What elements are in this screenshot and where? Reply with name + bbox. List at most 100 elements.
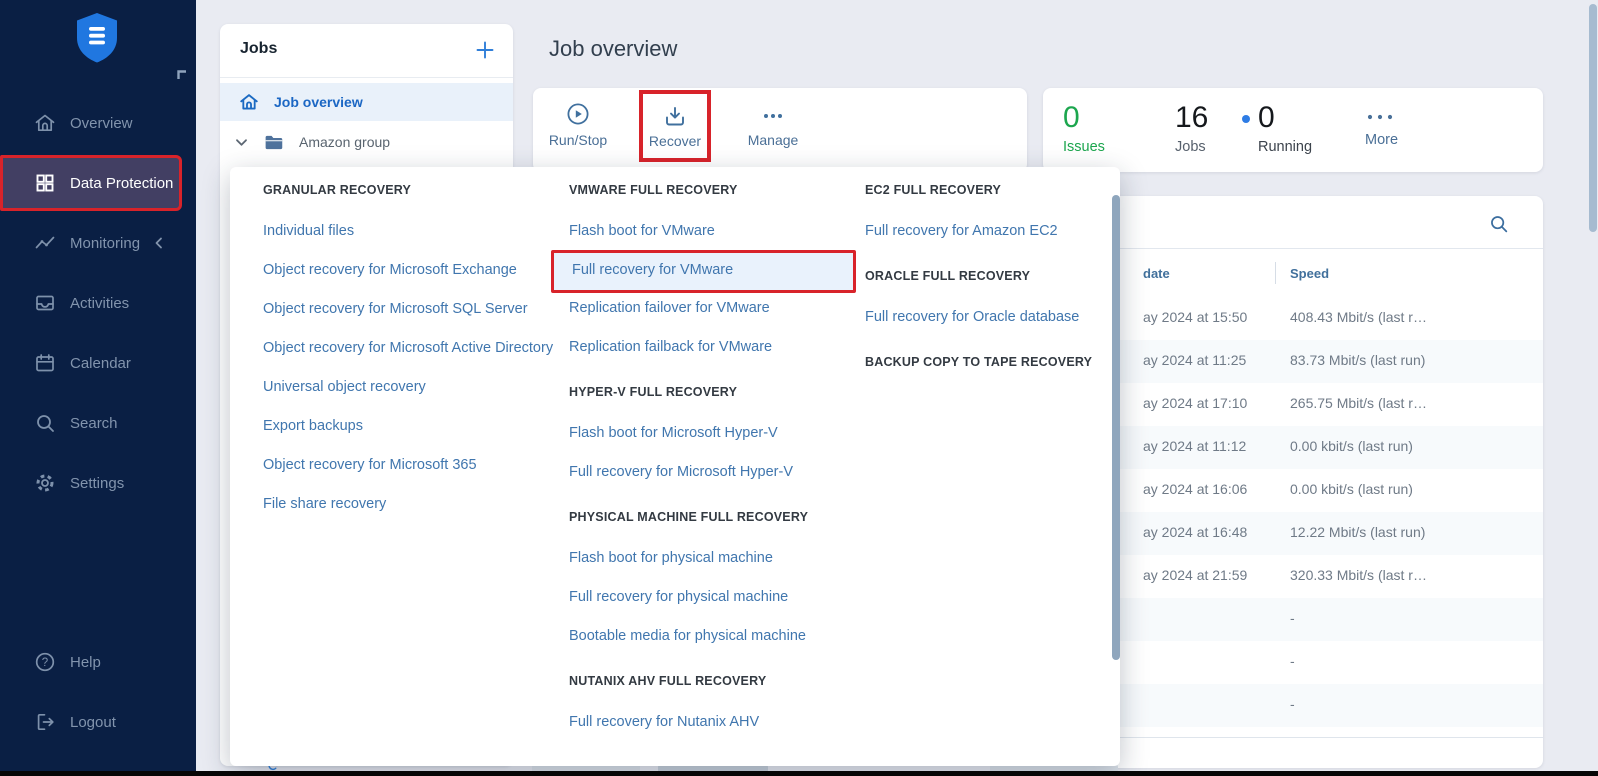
stat-issues[interactable]: 0 Issues: [1063, 102, 1105, 155]
menu-item-file-share-recovery[interactable]: File share recovery: [263, 496, 555, 516]
sidebar-item-monitoring[interactable]: Monitoring: [0, 213, 196, 273]
run-date-cell: ay 2024 at 16:48: [1143, 524, 1247, 540]
menu-item-flash-boot-vmware[interactable]: Flash boot for VMware: [569, 223, 861, 243]
speed-cell: -: [1290, 696, 1295, 712]
plus-icon[interactable]: [473, 38, 497, 62]
recover-menu-column-granular: GRANULAR RECOVERY Individual files Objec…: [263, 167, 555, 535]
speed-cell: 265.75 Mbit/s (last r…: [1290, 395, 1427, 411]
menu-section-header: PHYSICAL MACHINE FULL RECOVERY: [569, 510, 861, 528]
corner-bracket-icon[interactable]: [177, 70, 187, 80]
table-row[interactable]: ay 2024 at 16:48 12.22 Mbit/s (last run): [1058, 512, 1543, 555]
table-row[interactable]: ay 2024 at 15:50 408.43 Mbit/s (last r…: [1058, 297, 1543, 340]
logout-icon: [33, 710, 57, 734]
sidebar-item-help[interactable]: ? Help: [0, 632, 196, 692]
speed-column-header[interactable]: Speed: [1290, 266, 1329, 281]
table-header-row: date Speed: [1058, 258, 1543, 288]
sidebar-item-calendar[interactable]: Calendar: [0, 333, 196, 393]
menu-item-export-backups[interactable]: Export backups: [263, 418, 555, 438]
table-row[interactable]: ay 2024 at 21:59 320.33 Mbit/s (last r…: [1058, 555, 1543, 598]
speed-cell: 83.73 Mbit/s (last run): [1290, 352, 1425, 368]
sidebar-item-label: Data Protection: [70, 175, 173, 192]
sidebar-item-label: Activities: [70, 295, 129, 312]
chevron-down-icon[interactable]: [234, 135, 249, 150]
table-row[interactable]: -: [1058, 684, 1543, 727]
home-icon: [238, 91, 260, 113]
menu-item-object-recovery-m365[interactable]: Object recovery for Microsoft 365: [263, 457, 555, 477]
speed-cell: 0.00 kbit/s (last run): [1290, 481, 1413, 497]
menu-item-bootable-media-physical[interactable]: Bootable media for physical machine: [569, 628, 861, 648]
speed-cell: -: [1290, 653, 1295, 669]
table-row[interactable]: -: [1058, 598, 1543, 641]
divider: [1058, 737, 1543, 738]
menu-item-full-recovery-vmware[interactable]: Full recovery for VMware: [551, 250, 856, 293]
calendar-icon: [33, 351, 57, 375]
sidebar-item-logout[interactable]: Logout: [0, 692, 196, 752]
menu-item-flash-boot-hyperv[interactable]: Flash boot for Microsoft Hyper-V: [569, 425, 861, 445]
run-date-cell: ay 2024 at 11:12: [1143, 438, 1246, 454]
run-date-cell: ay 2024 at 16:06: [1143, 481, 1247, 497]
sidebar-nav: Overview Data Protection Monitoring Acti…: [0, 93, 196, 513]
menu-section-tape: BACKUP COPY TO TAPE RECOVERY: [865, 355, 1110, 373]
sidebar-item-search[interactable]: Search: [0, 393, 196, 453]
search-icon[interactable]: [1488, 213, 1510, 235]
grid-icon: [33, 171, 57, 195]
table-row[interactable]: ay 2024 at 16:06 0.00 kbit/s (last run): [1058, 469, 1543, 512]
ellipsis-icon: [759, 100, 787, 128]
menu-item-replication-failover-vmware[interactable]: Replication failover for VMware: [569, 300, 861, 320]
stats-more-button[interactable]: More: [1365, 110, 1398, 148]
menu-item-individual-files[interactable]: Individual files: [263, 223, 555, 243]
page-scrollbar[interactable]: [1589, 4, 1597, 232]
table-row[interactable]: ay 2024 at 11:12 0.00 kbit/s (last run): [1058, 426, 1543, 469]
sidebar-item-data-protection[interactable]: Data Protection: [0, 155, 182, 211]
recover-label: Recover: [649, 133, 701, 149]
table-row[interactable]: ay 2024 at 11:25 83.73 Mbit/s (last run): [1058, 340, 1543, 383]
sidebar-item-label: Logout: [70, 714, 116, 731]
jobs-panel-title: Jobs: [240, 40, 277, 58]
speed-cell: 320.33 Mbit/s (last r…: [1290, 567, 1427, 583]
table-row[interactable]: ay 2024 at 17:10 265.75 Mbit/s (last r…: [1058, 383, 1543, 426]
jobs-tree-item-job-overview[interactable]: Job overview: [220, 83, 513, 121]
menu-item-object-recovery-exchange[interactable]: Object recovery for Microsoft Exchange: [263, 262, 555, 282]
chevron-left-icon[interactable]: [152, 236, 166, 250]
menu-item-full-recovery-ec2[interactable]: Full recovery for Amazon EC2: [865, 223, 1110, 243]
menu-item-full-recovery-hyperv[interactable]: Full recovery for Microsoft Hyper-V: [569, 464, 861, 484]
menu-section-header: VMWARE FULL RECOVERY: [569, 183, 861, 201]
sidebar-item-activities[interactable]: Activities: [0, 273, 196, 333]
menu-item-full-recovery-physical[interactable]: Full recovery for physical machine: [569, 589, 861, 609]
menu-item-full-recovery-nutanix[interactable]: Full recovery for Nutanix AHV: [569, 714, 861, 734]
sidebar-item-settings[interactable]: Settings: [0, 453, 196, 513]
recover-dropdown-menu: GRANULAR RECOVERY Individual files Objec…: [230, 167, 1120, 766]
stat-jobs[interactable]: 16 Jobs: [1175, 102, 1208, 155]
recover-menu-column-full-recovery: VMWARE FULL RECOVERY Flash boot for VMwa…: [569, 167, 861, 753]
help-circle-icon: ?: [33, 650, 57, 674]
run-stop-button[interactable]: Run/Stop: [536, 100, 620, 148]
run-date-cell: ay 2024 at 15:50: [1143, 309, 1247, 325]
sidebar-item-label: Overview: [70, 115, 133, 132]
home-icon: [33, 111, 57, 135]
date-column-header[interactable]: date: [1143, 266, 1170, 281]
run-date-cell: ay 2024 at 17:10: [1143, 395, 1247, 411]
menu-section-oracle: ORACLE FULL RECOVERY Full recovery for O…: [865, 269, 1110, 329]
jobs-tree-item-amazon-group[interactable]: Amazon group: [220, 124, 513, 160]
menu-item-object-recovery-ad[interactable]: Object recovery for Microsoft Active Dir…: [263, 340, 555, 360]
menu-section-ec2: EC2 FULL RECOVERY Full recovery for Amaz…: [865, 183, 1110, 243]
sidebar-item-overview[interactable]: Overview: [0, 93, 196, 153]
column-separator[interactable]: [1275, 262, 1276, 284]
dropdown-scrollbar[interactable]: [1112, 195, 1120, 660]
download-icon: [662, 104, 688, 130]
recover-button[interactable]: Recover: [639, 90, 711, 162]
menu-section-header: NUTANIX AHV FULL RECOVERY: [569, 674, 861, 692]
running-label: Running: [1258, 139, 1312, 155]
menu-item-universal-object-recovery[interactable]: Universal object recovery: [263, 379, 555, 399]
table-row[interactable]: -: [1058, 641, 1543, 684]
monitoring-chart-icon: [33, 231, 57, 255]
play-circle-icon: [564, 100, 592, 128]
manage-button[interactable]: Manage: [731, 100, 815, 148]
job-actions-toolbar: Run/Stop Recover Manage: [533, 88, 1027, 172]
menu-item-full-recovery-oracle[interactable]: Full recovery for Oracle database: [865, 309, 1110, 329]
menu-item-flash-boot-physical[interactable]: Flash boot for physical machine: [569, 550, 861, 570]
menu-item-replication-failback-vmware[interactable]: Replication failback for VMware: [569, 339, 861, 359]
divider: [1058, 248, 1543, 249]
menu-item-object-recovery-sql[interactable]: Object recovery for Microsoft SQL Server: [263, 301, 555, 321]
stat-running[interactable]: 0 Running: [1258, 102, 1312, 155]
